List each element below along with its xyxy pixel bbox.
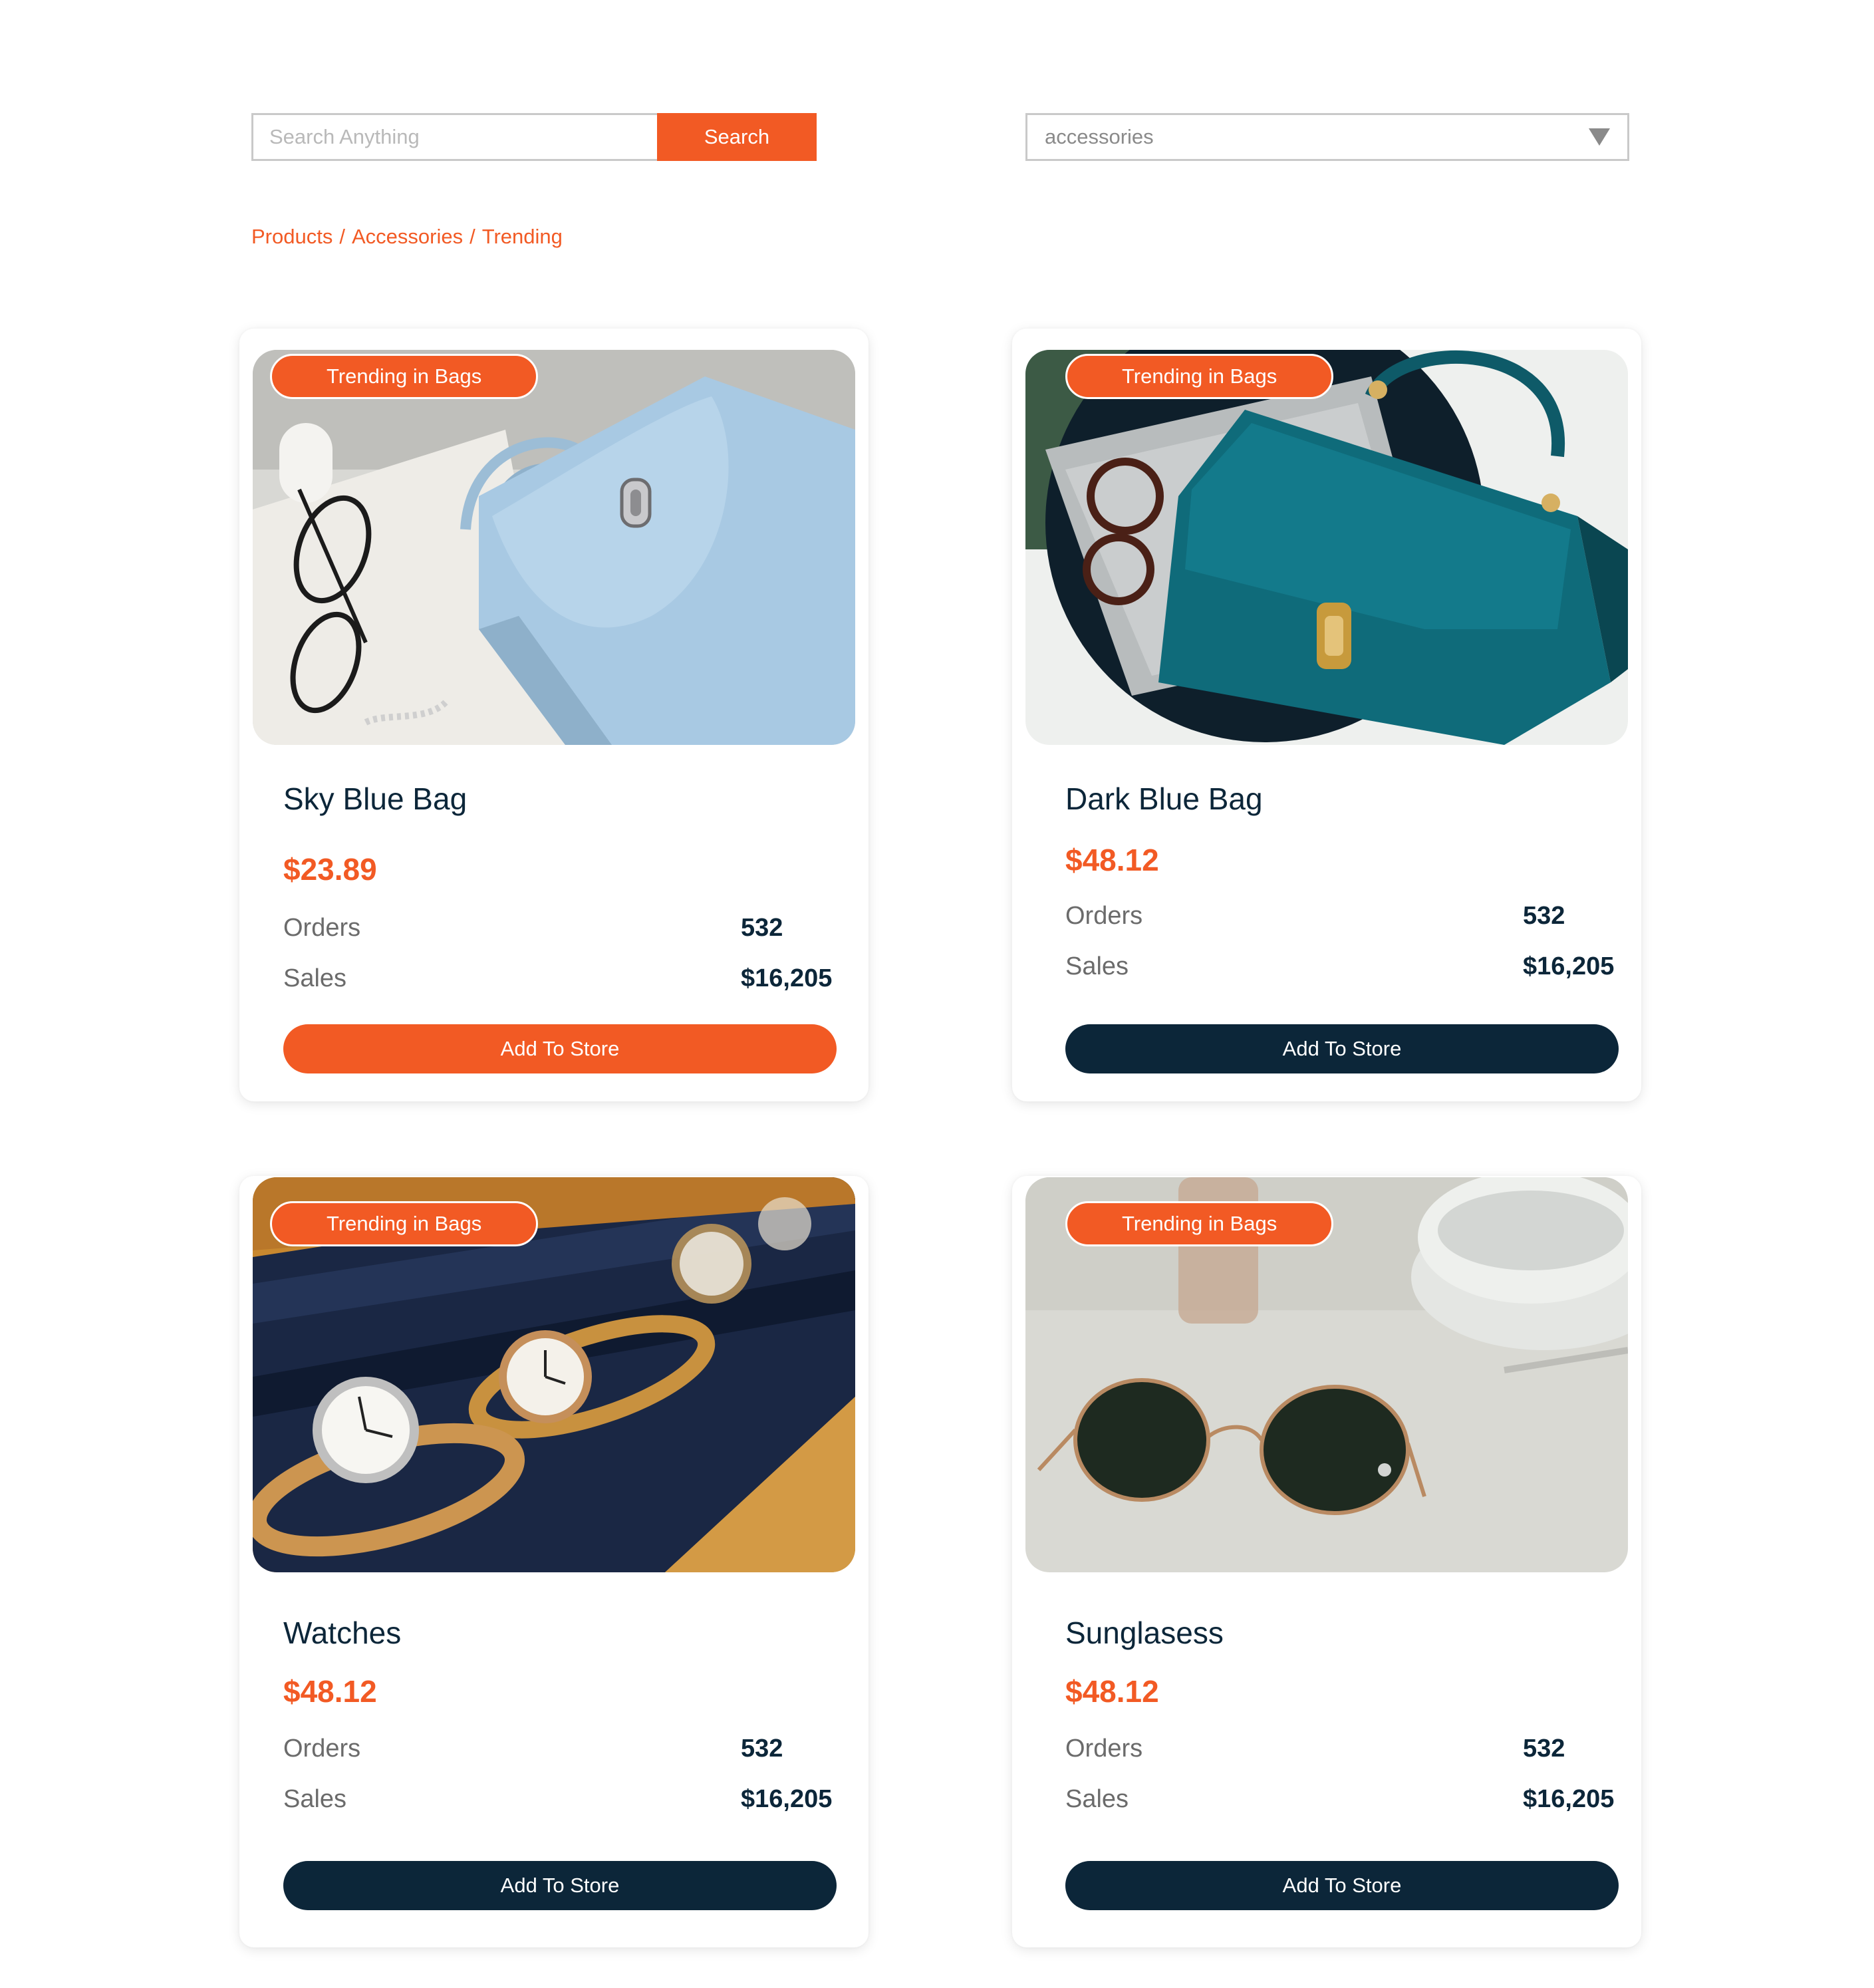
product-card: Trending in Bags Sky Blue Bag $23.89 Ord…	[239, 329, 869, 1101]
sales-value: $16,205	[1523, 1785, 1615, 1813]
product-price: $48.12	[1065, 1674, 1159, 1709]
orders-label: Orders	[1065, 902, 1143, 930]
sales-label: Sales	[1065, 952, 1129, 980]
sales-value: $16,205	[1523, 952, 1615, 980]
breadcrumb-separator: /	[469, 225, 475, 248]
product-price: $48.12	[1065, 843, 1159, 877]
breadcrumb-accessories[interactable]: Accessories	[352, 225, 463, 249]
category-selected-value: accessories	[1045, 125, 1154, 148]
sales-row: Sales $16,205	[283, 964, 841, 993]
orders-value: 532	[1523, 1735, 1565, 1763]
search-input[interactable]	[251, 113, 657, 161]
orders-row: Orders 532	[283, 1735, 841, 1763]
product-name: Watches	[283, 1616, 402, 1650]
product-card: Trending in Bags Watches $48.12 Orders 5…	[239, 1176, 869, 1947]
product-name: Dark Blue Bag	[1065, 781, 1263, 816]
add-to-store-button[interactable]: Add To Store	[1065, 1861, 1619, 1910]
orders-value: 532	[1523, 902, 1565, 930]
orders-label: Orders	[283, 1735, 361, 1763]
orders-row: Orders 532	[283, 914, 841, 942]
breadcrumb-separator: /	[339, 225, 345, 248]
sales-row: Sales $16,205	[1065, 1785, 1623, 1814]
sales-row: Sales $16,205	[283, 1785, 841, 1814]
product-image-dark-blue-bag	[1025, 350, 1628, 745]
sales-label: Sales	[283, 1785, 347, 1813]
sales-value: $16,205	[741, 964, 833, 992]
search-button[interactable]: Search	[657, 113, 817, 161]
trending-badge: Trending in Bags	[270, 354, 539, 399]
add-to-store-button[interactable]: Add To Store	[283, 1024, 837, 1073]
product-card: Trending in Bags Dark Blue Bag $48.12 Or…	[1012, 329, 1641, 1101]
search-bar: Search	[251, 113, 817, 161]
orders-row: Orders 532	[1065, 902, 1623, 930]
trending-badge: Trending in Bags	[1065, 354, 1334, 399]
sales-value: $16,205	[741, 1785, 833, 1813]
breadcrumb-products[interactable]: Products	[251, 225, 333, 249]
trending-badge: Trending in Bags	[1065, 1201, 1334, 1246]
product-image-sky-blue-bag	[253, 350, 855, 745]
add-to-store-button[interactable]: Add To Store	[1065, 1024, 1619, 1073]
product-name: Sunglasess	[1065, 1616, 1224, 1650]
product-price: $48.12	[283, 1674, 377, 1709]
sales-row: Sales $16,205	[1065, 952, 1623, 981]
orders-row: Orders 532	[1065, 1735, 1623, 1763]
orders-label: Orders	[1065, 1735, 1143, 1763]
sales-label: Sales	[283, 964, 347, 992]
page: Search accessories Products / Accessorie…	[0, 0, 1874, 1988]
product-name: Sky Blue Bag	[283, 781, 468, 816]
sales-label: Sales	[1065, 1785, 1129, 1813]
trending-badge: Trending in Bags	[270, 1201, 539, 1246]
category-dropdown[interactable]: accessories	[1025, 113, 1629, 161]
product-price: $23.89	[283, 852, 377, 887]
caret-down-icon	[1589, 128, 1610, 146]
add-to-store-button[interactable]: Add To Store	[283, 1861, 837, 1910]
product-card: Trending in Bags Sunglasess $48.12 Order…	[1012, 1176, 1641, 1947]
orders-label: Orders	[283, 914, 361, 942]
breadcrumb: Products / Accessories / Trending	[251, 225, 563, 249]
orders-value: 532	[741, 1735, 783, 1763]
breadcrumb-trending[interactable]: Trending	[482, 225, 563, 249]
orders-value: 532	[741, 914, 783, 942]
